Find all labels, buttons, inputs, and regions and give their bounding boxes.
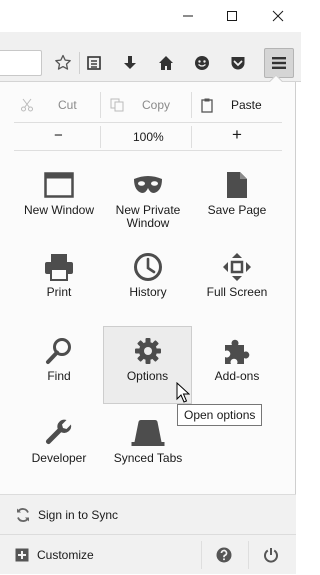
help-icon xyxy=(216,547,232,563)
add-ons-button[interactable]: Add-ons xyxy=(193,328,281,404)
pocket-button[interactable] xyxy=(224,49,252,77)
scissors-icon xyxy=(21,98,33,112)
pocket-icon xyxy=(231,57,245,70)
navigation-toolbar xyxy=(0,32,301,82)
quit-button[interactable] xyxy=(257,545,285,565)
clock-icon xyxy=(134,253,162,281)
tile-label: Add-ons xyxy=(214,369,260,383)
reading-list-icon xyxy=(87,56,101,70)
tile-label: Print xyxy=(46,285,72,299)
paste-button[interactable]: Paste xyxy=(201,90,281,120)
close-button[interactable] xyxy=(255,0,301,32)
divider xyxy=(14,150,282,151)
home-button[interactable] xyxy=(152,49,180,77)
maximize-icon xyxy=(227,11,237,21)
tile-label: Developer xyxy=(31,451,87,465)
footer-divider xyxy=(248,541,249,569)
full-screen-button[interactable]: Full Screen xyxy=(193,244,281,320)
clipboard-icon xyxy=(201,98,213,113)
magnifier-icon xyxy=(46,338,71,364)
edit-divider xyxy=(191,92,192,118)
private-mask-icon xyxy=(134,176,162,193)
reading-list-button[interactable] xyxy=(80,49,108,77)
zoom-in-button[interactable]: + xyxy=(232,125,242,145)
tile-label: New Private Window xyxy=(115,203,181,230)
close-icon xyxy=(272,10,284,22)
synced-tabs-icon xyxy=(131,420,165,446)
mouse-cursor-icon xyxy=(176,382,190,403)
new-private-window-button[interactable]: New Private Window xyxy=(104,162,192,238)
url-bar[interactable] xyxy=(0,50,42,76)
zoom-divider xyxy=(100,126,101,148)
hamburger-menu-icon xyxy=(272,57,286,69)
customize-label: Customize xyxy=(37,548,94,562)
sign-in-to-sync-button[interactable]: Sign in to Sync xyxy=(0,494,296,534)
zoom-controls: − 100% + xyxy=(0,124,296,150)
downloads-button[interactable] xyxy=(116,49,144,77)
new-window-icon xyxy=(44,172,74,198)
footer-divider xyxy=(201,541,202,569)
options-tooltip: Open options xyxy=(177,404,263,426)
copy-button[interactable]: Copy xyxy=(110,90,190,120)
printer-icon xyxy=(45,254,73,281)
star-icon xyxy=(55,54,71,70)
cut-button[interactable]: Cut xyxy=(20,90,100,120)
copy-icon xyxy=(110,98,124,112)
customize-plus-icon xyxy=(15,548,29,562)
tile-label: History xyxy=(129,285,167,299)
zoom-reset-button[interactable]: 100% xyxy=(133,130,164,144)
zoom-divider xyxy=(191,126,192,148)
save-page-button[interactable]: Save Page xyxy=(193,162,281,238)
tile-label: Save Page xyxy=(207,203,267,217)
sync-icon xyxy=(17,507,29,522)
hello-button[interactable] xyxy=(188,49,216,77)
tile-label: New Window xyxy=(23,203,95,217)
cut-label: Cut xyxy=(58,98,77,112)
history-button[interactable]: History xyxy=(104,244,192,320)
download-icon xyxy=(124,56,136,69)
tile-label: Full Screen xyxy=(206,285,268,299)
zoom-out-button[interactable]: − xyxy=(54,127,63,144)
new-window-button[interactable]: New Window xyxy=(15,162,103,238)
wrench-icon xyxy=(46,419,72,444)
minimize-button[interactable] xyxy=(165,0,211,32)
customize-button[interactable]: Customize xyxy=(0,535,200,575)
find-button[interactable]: Find xyxy=(15,328,103,404)
developer-button[interactable]: Developer xyxy=(15,410,103,486)
paste-label: Paste xyxy=(231,98,262,112)
fullscreen-icon xyxy=(223,253,251,281)
minimize-icon xyxy=(183,15,193,17)
tile-label: Synced Tabs xyxy=(113,451,183,465)
help-button[interactable] xyxy=(210,545,238,565)
customize-bar: Customize xyxy=(0,534,296,574)
edit-divider xyxy=(100,92,101,118)
home-icon xyxy=(159,56,173,70)
open-menu-button[interactable] xyxy=(264,48,294,78)
power-icon xyxy=(264,548,278,563)
gear-icon xyxy=(134,338,161,364)
print-button[interactable]: Print xyxy=(15,244,103,320)
tile-label: Find xyxy=(47,369,71,383)
bookmark-star-button[interactable] xyxy=(49,49,77,77)
maximize-button[interactable] xyxy=(209,0,255,32)
sync-label: Sign in to Sync xyxy=(38,507,119,522)
hello-icon xyxy=(195,56,209,70)
puzzle-icon xyxy=(225,339,250,364)
copy-label: Copy xyxy=(142,98,171,112)
main-menu-panel: Cut Copy Paste − 100% + New Window New P… xyxy=(0,82,296,574)
window-titlebar xyxy=(0,0,301,32)
save-page-icon xyxy=(227,172,247,198)
divider xyxy=(14,122,282,123)
